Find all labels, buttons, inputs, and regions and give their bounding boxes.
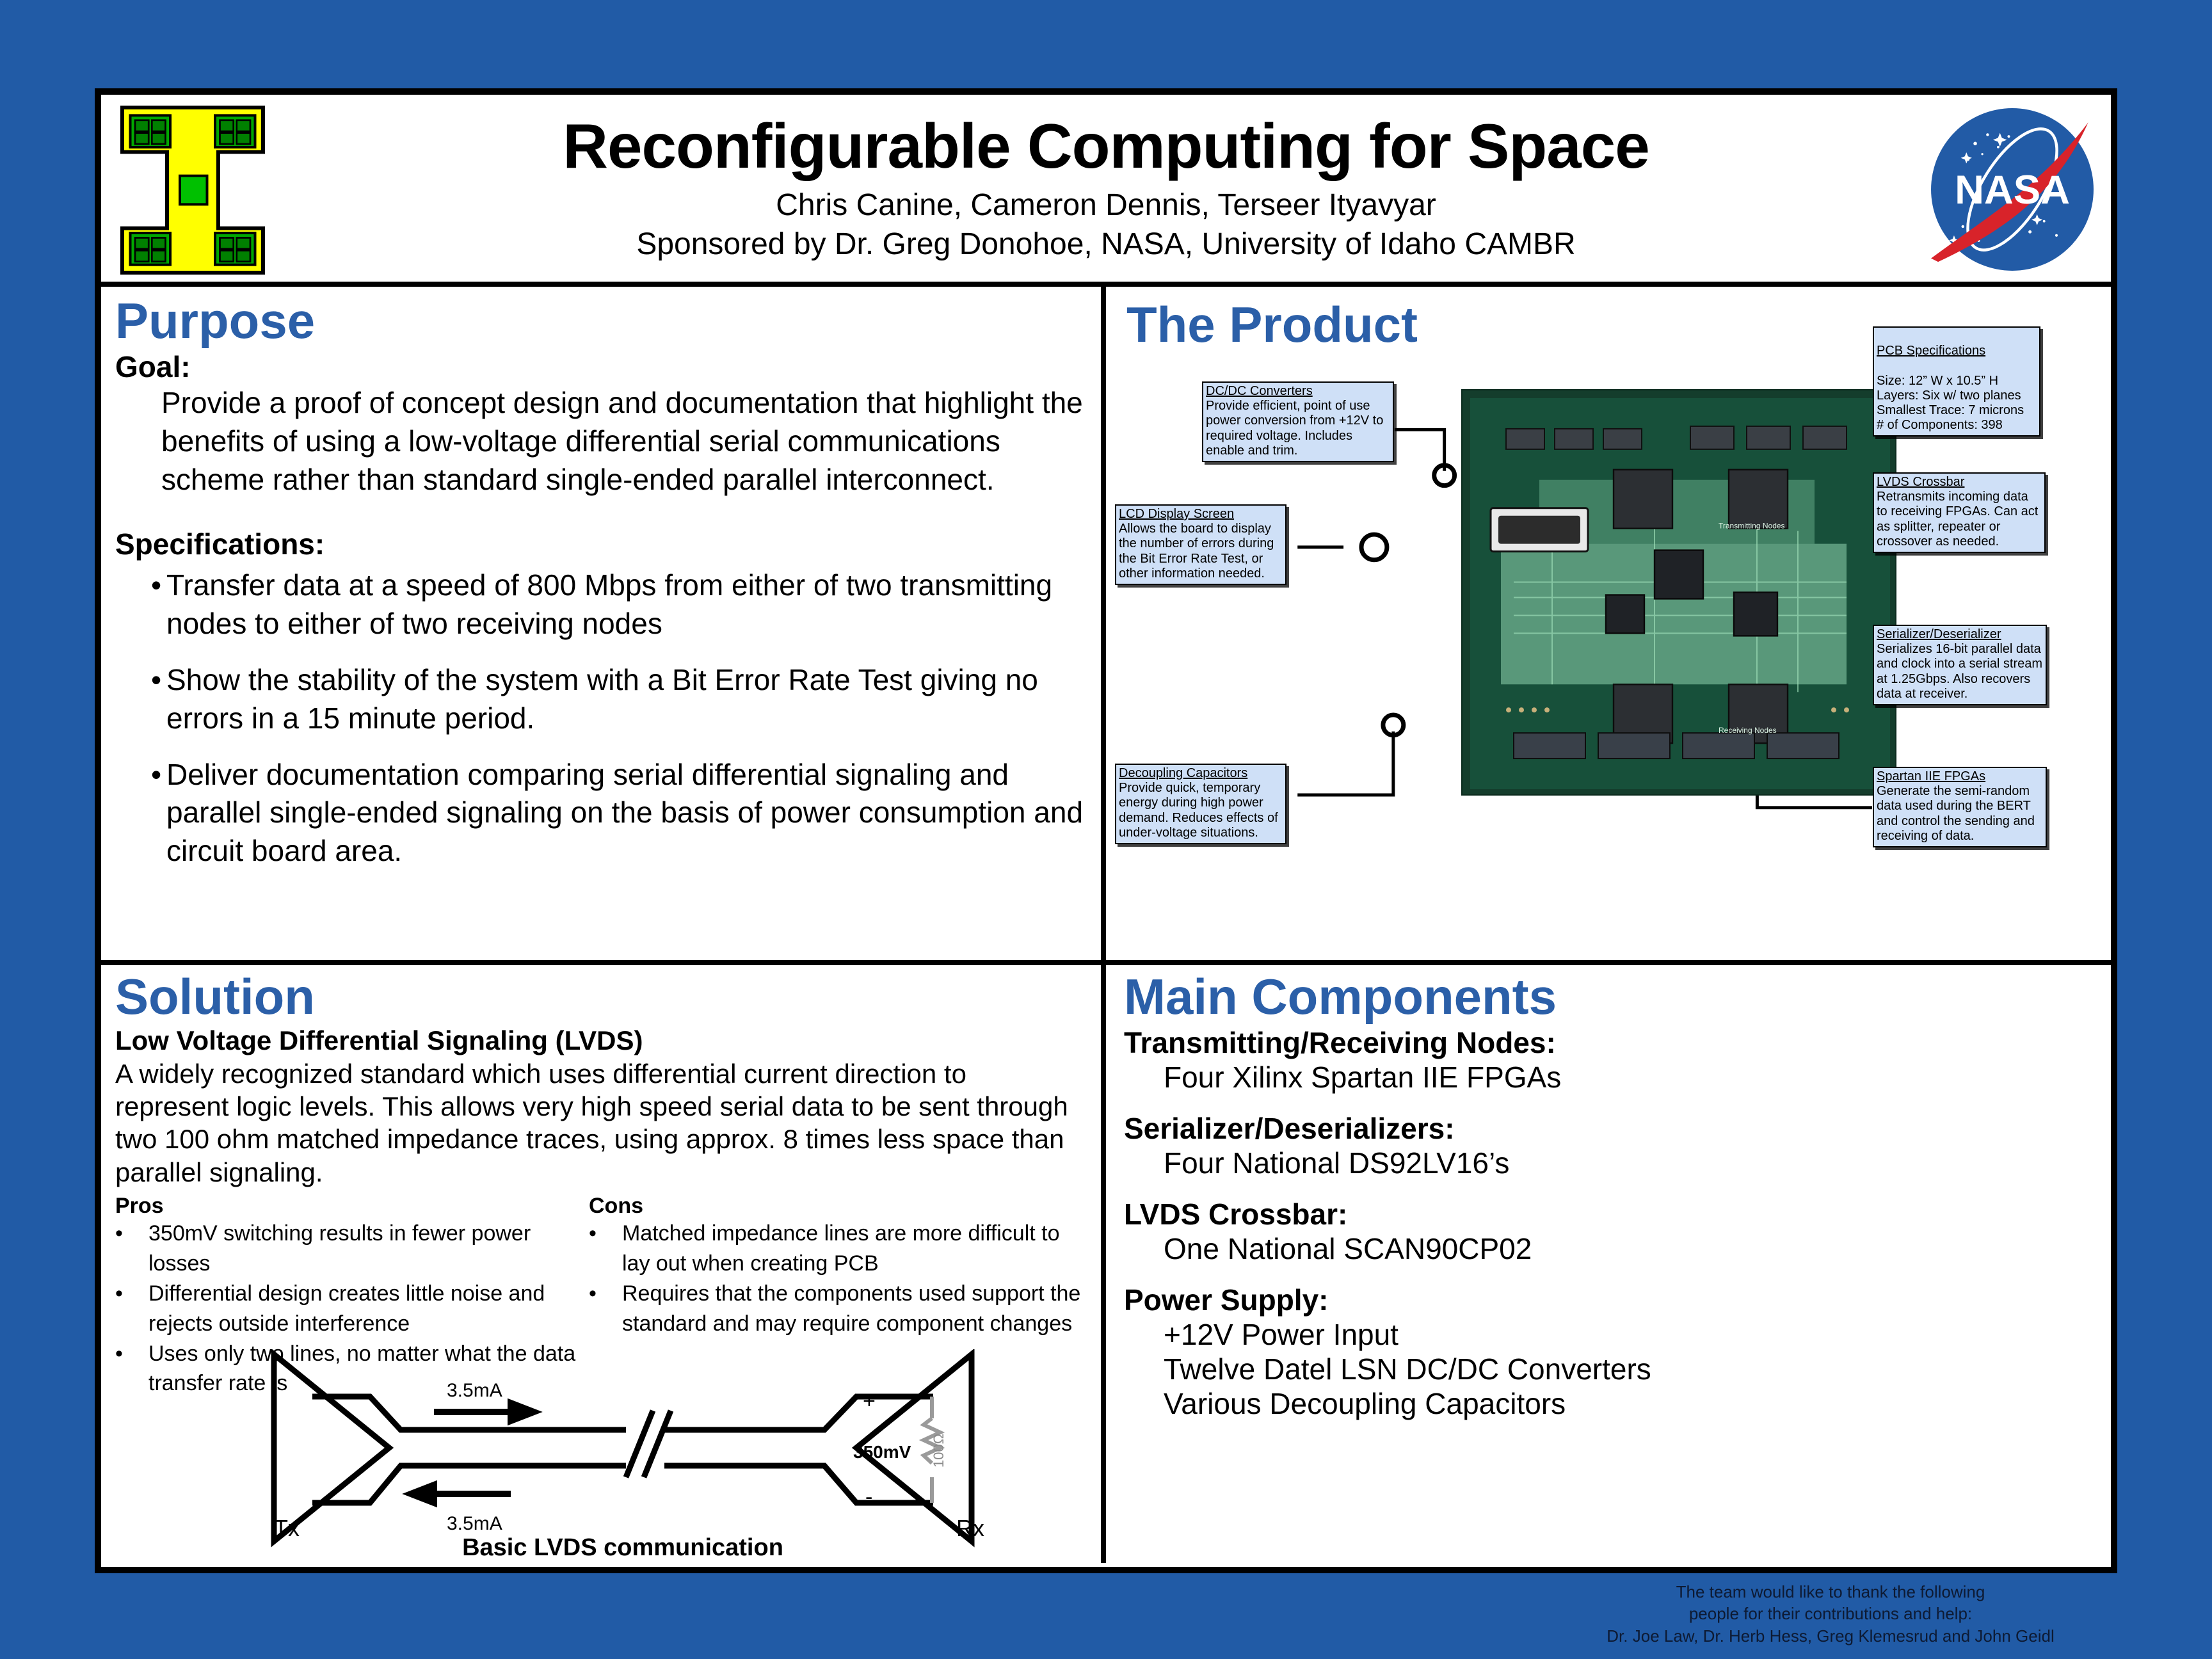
bullet-icon: • [151, 568, 162, 602]
specification-item: • Transfer data at a speed of 800 Mbps f… [151, 566, 1086, 643]
solution-subtitle: Low Voltage Differential Signaling (LVDS… [115, 1025, 643, 1055]
tx-label: Tx [274, 1515, 300, 1541]
pcb-photograph: Transmitting Nodes Receiving Nodes [1461, 389, 1896, 796]
university-of-idaho-chip-logo [113, 101, 273, 279]
cons-item: • Matched impedance lines are more diffi… [589, 1219, 1087, 1279]
pcb-silkscreen-receiving: Receiving Nodes [1719, 726, 1777, 735]
specification-text: Deliver documentation comparing serial d… [166, 757, 1084, 868]
voltage-label: 350mV [853, 1442, 911, 1462]
specifications-label: Specifications: [115, 527, 325, 561]
nasa-wordmark: NASA [1955, 168, 2070, 212]
acknowledgements-line-3: Dr. Joe Law, Dr. Herb Hess, Greg Klemesr… [1607, 1626, 2055, 1646]
callout-pcb-specifications: PCB Specifications Size: 12” W x 10.5” H… [1873, 326, 2040, 437]
bullet-icon: • [589, 1221, 597, 1246]
bullet-icon: • [115, 1341, 123, 1366]
component-group: Serializer/Deserializers: Four National … [1124, 1111, 2096, 1180]
goal-text: Provide a proof of concept design and do… [161, 386, 1083, 496]
component-label: Power Supply: [1124, 1283, 1329, 1317]
purpose-heading: Purpose [115, 293, 316, 349]
specification-text: Show the stability of the system with a … [166, 662, 1038, 735]
cons-text: Matched impedance lines are more difficu… [622, 1221, 1060, 1276]
purpose-section: Purpose Goal: Provide a proof of concept… [101, 287, 1106, 960]
bullet-icon: • [115, 1281, 123, 1306]
component-value: Four Xilinx Spartan IIE FPGAs [1164, 1061, 1562, 1094]
callout-body: Allows the board to display the number o… [1119, 522, 1274, 581]
component-value: Twelve Datel LSN DC/DC Converters [1164, 1352, 1651, 1386]
pros-item: • 350mV switching results in fewer power… [115, 1219, 589, 1279]
callout-title: Serializer/Deserializer [1877, 627, 2001, 641]
solution-heading: Solution [115, 968, 315, 1025]
specification-text: Transfer data at a speed of 800 Mbps fro… [166, 568, 1053, 641]
callout-dc-dc-converters: DC/DC Converters Provide efficient, poin… [1202, 381, 1394, 462]
middle-row: Purpose Goal: Provide a proof of concept… [101, 287, 2111, 965]
component-value: Four National DS92LV16’s [1164, 1146, 1510, 1180]
component-label: Transmitting/Receiving Nodes: [1124, 1026, 1556, 1059]
pros-text: Differential design creates little noise… [148, 1281, 545, 1336]
solution-section: Solution Low Voltage Differential Signal… [101, 965, 1106, 1563]
component-value: One National SCAN90CP02 [1164, 1232, 1532, 1265]
main-components-section: Main Components Transmitting/Receiving N… [1106, 965, 2111, 1563]
component-value: Various Decoupling Capacitors [1164, 1387, 1566, 1420]
callout-title: DC/DC Converters [1206, 384, 1313, 398]
goal-label: Goal: [115, 350, 191, 383]
solution-intro: A widely recognized standard which uses … [115, 1059, 1068, 1187]
pros-item: • Differential design creates little noi… [115, 1279, 589, 1339]
component-group: LVDS Crossbar: One National SCAN90CP02 [1124, 1197, 2096, 1266]
lvds-diagram: 3.5mA 3.5mA + - 350mV 100Ω Tx Rx Basic L… [178, 1348, 1068, 1561]
pcb-silkscreen-transmitting: Transmitting Nodes [1719, 522, 1785, 531]
polarity-plus: + [863, 1389, 876, 1413]
diagram-caption: Basic LVDS communication [462, 1534, 783, 1560]
resistor-label: 100Ω [931, 1434, 947, 1468]
specification-item: • Show the stability of the system with … [151, 661, 1086, 738]
acknowledgements-footer: The team would like to thank the followi… [1523, 1581, 2138, 1647]
title-block: Reconfigurable Computing for Space Chris… [293, 95, 1919, 282]
poster-canvas: Reconfigurable Computing for Space Chris… [95, 88, 2117, 1573]
callout-body: Size: 12” W x 10.5” H Layers: Six w/ two… [1877, 373, 2024, 433]
bottom-row: Solution Low Voltage Differential Signal… [101, 965, 2111, 1563]
current-label-bottom: 3.5mA [447, 1513, 502, 1534]
component-label: Serializer/Deserializers: [1124, 1112, 1455, 1145]
product-section: The Product Transmitting Nodes Receiving… [1106, 287, 2111, 960]
callout-serializer-deserializer: Serializer/Deserializer Serializes 16-bi… [1873, 625, 2047, 705]
acknowledgements-line-1: The team would like to thank the followi… [1676, 1582, 1985, 1601]
callout-body: Retransmits incoming data to receiving F… [1877, 490, 2039, 549]
bullet-icon: • [151, 662, 162, 696]
bullet-icon: • [115, 1221, 123, 1246]
callout-body: Generate the semi-random data used durin… [1877, 784, 2035, 843]
pros-label: Pros [115, 1193, 164, 1218]
poster-header: Reconfigurable Computing for Space Chris… [101, 95, 2111, 287]
callout-title: Spartan IIE FPGAs [1877, 769, 1986, 783]
component-group: Power Supply: +12V Power Input Twelve Da… [1124, 1283, 2096, 1421]
pros-text: 350mV switching results in fewer power l… [148, 1221, 531, 1276]
bullet-icon: • [589, 1281, 597, 1306]
callout-lcd-display-screen: LCD Display Screen Allows the board to d… [1115, 504, 1286, 585]
components-heading: Main Components [1124, 968, 1557, 1025]
nasa-logo: NASA [1924, 100, 2101, 279]
callout-body: Provide efficient, point of use power co… [1206, 399, 1384, 458]
component-value: +12V Power Input [1164, 1318, 1399, 1351]
callout-lvds-crossbar: LVDS Crossbar Retransmits incoming data … [1873, 472, 2046, 553]
polarity-minus: - [865, 1485, 872, 1509]
callout-title: LCD Display Screen [1119, 507, 1235, 521]
bullet-icon: • [151, 757, 162, 791]
rx-label: Rx [956, 1515, 984, 1541]
current-label-top: 3.5mA [447, 1380, 502, 1401]
acknowledgements-line-2: people for their contributions and help: [1688, 1604, 1973, 1624]
author-list: Chris Canine, Cameron Dennis, Terseer It… [776, 188, 1436, 222]
callout-body: Serializes 16-bit parallel data and cloc… [1877, 642, 2043, 701]
sponsor-line: Sponsored by Dr. Greg Donohoe, NASA, Uni… [636, 227, 1576, 261]
component-label: LVDS Crossbar: [1124, 1198, 1348, 1231]
specification-item: • Deliver documentation comparing serial… [151, 756, 1086, 870]
cons-label: Cons [589, 1193, 643, 1218]
component-group: Transmitting/Receiving Nodes: Four Xilin… [1124, 1025, 2096, 1094]
cons-item: • Requires that the components used supp… [589, 1279, 1087, 1339]
callout-title: PCB Specifications [1877, 344, 1986, 358]
callout-body: Provide quick, temporary energy during h… [1119, 781, 1278, 840]
callout-title: LVDS Crossbar [1877, 475, 1965, 489]
cons-text: Requires that the components used suppor… [622, 1281, 1081, 1336]
callout-title: Decoupling Capacitors [1119, 766, 1248, 780]
callout-decoupling-capacitors: Decoupling Capacitors Provide quick, tem… [1115, 764, 1286, 844]
page-title: Reconfigurable Computing for Space [563, 111, 1649, 182]
callout-spartan-iie-fpgas: Spartan IIE FPGAs Generate the semi-rand… [1873, 767, 2047, 847]
